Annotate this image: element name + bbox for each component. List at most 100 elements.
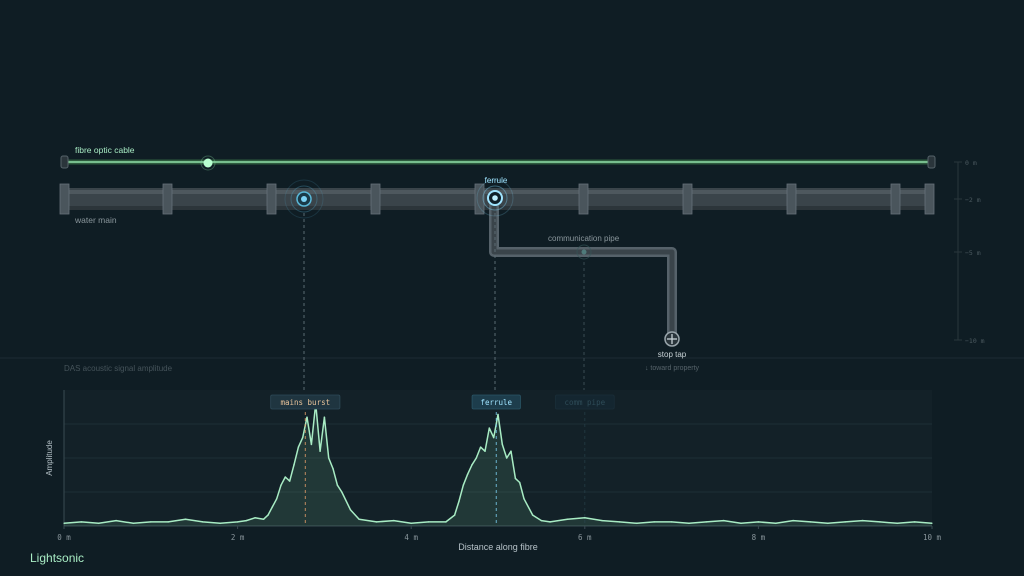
- signal-point: [740, 522, 742, 525]
- signal-point: [492, 436, 495, 439]
- chart-y-label: Amplitude: [45, 440, 54, 476]
- signal-point: [518, 481, 521, 484]
- water-main-label: water main: [74, 215, 117, 225]
- signal-point: [774, 522, 777, 525]
- fibre-cable-label: fibre optic cable: [75, 145, 135, 155]
- signal-point: [167, 521, 169, 523]
- depth-scale: 0 m −2 m −5 m −10 m: [954, 159, 985, 345]
- signal-point: [497, 413, 499, 416]
- signal-point: [705, 521, 708, 523]
- signal-point: [375, 521, 378, 523]
- x-tick-label: 4 m: [404, 533, 418, 542]
- signal-point: [757, 521, 760, 523]
- signal-point: [219, 522, 222, 525]
- signal-point: [80, 521, 83, 523]
- signal-point: [310, 443, 313, 446]
- signal-point: [722, 519, 725, 522]
- signal-point: [549, 521, 551, 523]
- signal-point: [245, 519, 248, 522]
- signal-point: [132, 522, 135, 525]
- pipe-joint: [59, 183, 70, 215]
- signal-point: [896, 522, 899, 525]
- brand-logo: Lightsonic: [30, 551, 85, 565]
- signal-point: [861, 519, 864, 522]
- signal-point: [453, 514, 456, 516]
- depth-tick-0: 0 m: [965, 159, 977, 167]
- signal-point: [262, 518, 265, 520]
- pipe-joint: [786, 183, 797, 215]
- signal-point: [284, 476, 287, 478]
- pipe-joint: [370, 183, 381, 215]
- annotation-label: mains burst: [280, 398, 330, 407]
- signal-point: [445, 521, 447, 523]
- signal-point: [427, 521, 430, 523]
- fibre-optic-cable: [60, 155, 936, 171]
- toward-property-label: ↓ toward property: [645, 365, 700, 372]
- signal-point: [809, 521, 812, 523]
- signal-point: [510, 450, 512, 453]
- signal-point: [484, 450, 486, 453]
- signal-point: [327, 457, 330, 459]
- comm-pipe-marker: [581, 249, 587, 255]
- signal-point: [471, 464, 473, 466]
- signal-point: [358, 518, 360, 520]
- signal-point: [566, 518, 569, 520]
- mains-burst-marker: [284, 179, 324, 219]
- signal-point: [393, 519, 395, 522]
- signal-point: [931, 522, 933, 525]
- signal-point: [462, 484, 465, 487]
- pipe-joint: [682, 183, 693, 215]
- signal-point: [319, 450, 321, 453]
- pipe-joint: [162, 183, 173, 215]
- x-tick-label: 0 m: [57, 533, 71, 542]
- signal-point: [293, 464, 295, 466]
- signal-point: [514, 477, 517, 480]
- chart-x-ticks: 0 m 2 m 4 m 6 m 8 m 10 m: [57, 526, 942, 542]
- das-diagram: fibre optic cable water main communicati…: [0, 145, 1024, 552]
- signal-point: [297, 446, 300, 448]
- signal-point: [531, 514, 534, 516]
- signal-point: [636, 522, 638, 525]
- x-tick-label: 6 m: [578, 533, 592, 542]
- signal-point: [827, 522, 829, 525]
- signal-point: [488, 427, 491, 429]
- signal-point: [618, 521, 621, 523]
- signal-point: [688, 522, 690, 525]
- signal-point: [505, 457, 508, 459]
- comm-pipe-label: communication pipe: [548, 234, 620, 243]
- signal-point: [584, 517, 586, 519]
- fibre-pulse-marker: [203, 158, 213, 168]
- fibre-end-left: [60, 155, 69, 169]
- pipe-joint: [924, 183, 935, 215]
- signal-point: [349, 508, 352, 511]
- signal-point: [479, 446, 482, 448]
- signal-point: [523, 498, 525, 500]
- x-tick-label: 8 m: [752, 533, 766, 542]
- signal-point: [844, 521, 846, 523]
- signal-point: [150, 521, 152, 523]
- depth-tick-1: −2 m: [965, 196, 981, 204]
- signal-point: [271, 506, 274, 508]
- chart-section-title: DAS acoustic signal amplitude: [64, 364, 173, 373]
- signal-point: [202, 521, 204, 523]
- signal-point: [254, 517, 256, 519]
- signal-point: [301, 436, 304, 439]
- pipe-joint: [578, 183, 589, 215]
- stop-tap-icon: [664, 331, 680, 347]
- signal-point: [323, 416, 326, 419]
- signal-point: [475, 457, 478, 459]
- signal-point: [280, 484, 282, 487]
- signal-point: [458, 500, 460, 503]
- signal-point: [236, 521, 239, 523]
- signal-point: [466, 473, 469, 476]
- annotation-label: ferrule: [480, 398, 512, 407]
- signal-point: [306, 416, 308, 419]
- signal-point: [670, 521, 673, 523]
- signal-point: [184, 518, 187, 520]
- signal-point: [410, 522, 413, 525]
- pipe-joint: [890, 183, 901, 215]
- annotation-label: comm pipe: [564, 398, 605, 407]
- signal-point: [792, 519, 794, 522]
- fibre-end-right: [927, 155, 936, 169]
- stop-tap-label: stop tap: [658, 350, 687, 359]
